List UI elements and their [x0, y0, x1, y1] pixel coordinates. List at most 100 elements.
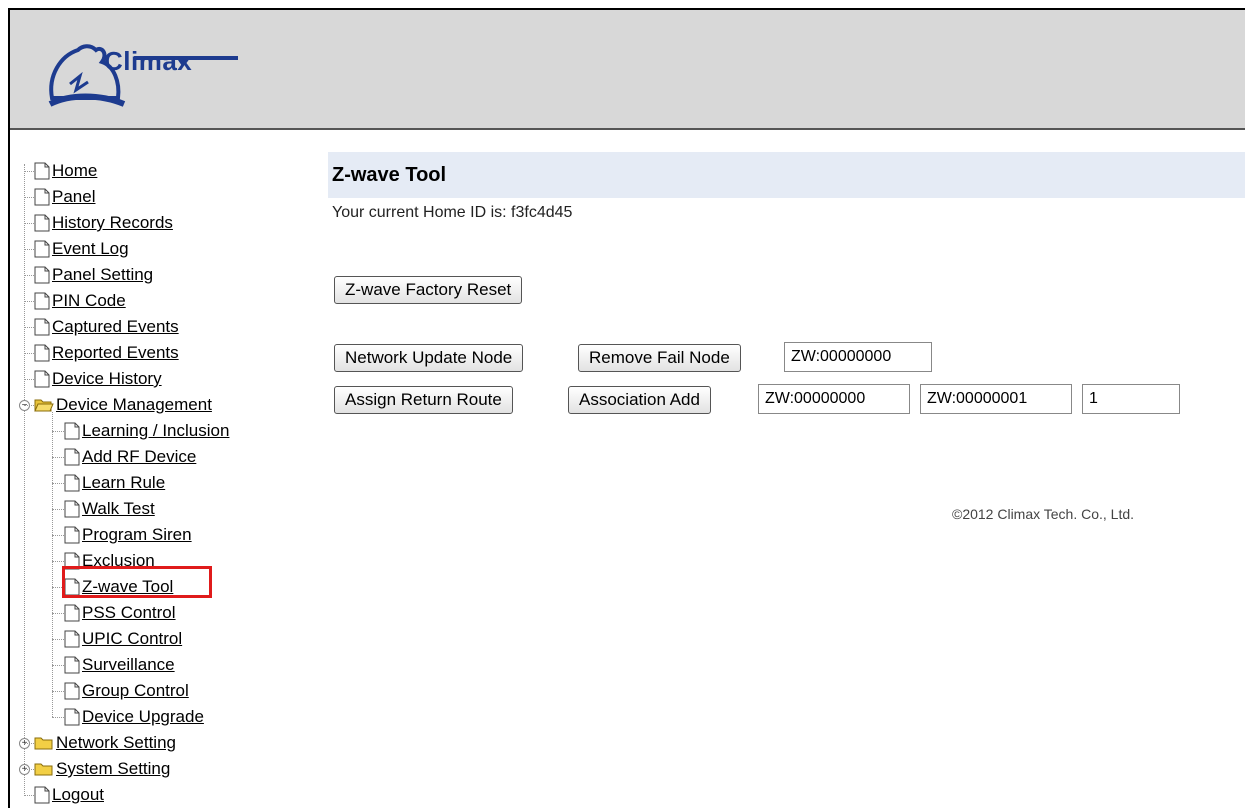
sidebar-item-label[interactable]: Home: [52, 161, 97, 181]
network-update-node-button[interactable]: Network Update Node: [334, 344, 524, 372]
sidebar-item-label[interactable]: Surveillance: [82, 655, 175, 675]
sidebar-item-label[interactable]: Event Log: [52, 239, 129, 259]
sidebar-item-upic-control[interactable]: UPIC Control: [64, 626, 182, 652]
factory-reset-button[interactable]: Z-wave Factory Reset: [334, 276, 523, 304]
sidebar-item-system-setting[interactable]: System Setting: [34, 756, 170, 782]
header-bar: Climax: [10, 10, 1245, 130]
sidebar-item-label[interactable]: PSS Control: [82, 603, 176, 623]
folder-icon: [34, 397, 54, 413]
tree-connector: [24, 301, 34, 302]
tree-connector: [52, 509, 64, 510]
sidebar-item-event-log[interactable]: Event Log: [34, 236, 129, 262]
remove-fail-node-input[interactable]: [784, 342, 932, 372]
page-icon: [34, 786, 50, 804]
page-icon: [34, 292, 50, 310]
tree-connector: [24, 795, 34, 796]
sidebar-item-learn-rule[interactable]: Learn Rule: [64, 470, 165, 496]
sidebar-item-captured-events[interactable]: Captured Events: [34, 314, 179, 340]
tree-connector: [24, 275, 34, 276]
page-icon: [64, 630, 80, 648]
page-icon: [34, 188, 50, 206]
sidebar-item-label[interactable]: Panel Setting: [52, 265, 153, 285]
sidebar-item-label[interactable]: Reported Events: [52, 343, 179, 363]
page-icon: [64, 604, 80, 622]
page-icon: [64, 474, 80, 492]
page-icon: [64, 708, 80, 726]
sidebar-item-label[interactable]: Walk Test: [82, 499, 155, 519]
sidebar-item-label[interactable]: System Setting: [56, 759, 170, 779]
tree-connector: [52, 483, 64, 484]
sidebar-item-label[interactable]: PIN Code: [52, 291, 126, 311]
sidebar-item-label[interactable]: Device History: [52, 369, 162, 389]
sidebar-item-label[interactable]: Logout: [52, 785, 104, 805]
sidebar-item-label[interactable]: Panel: [52, 187, 95, 207]
tree-guide-line: [24, 164, 25, 794]
tree-connector: [52, 665, 64, 666]
tree-connector: [52, 639, 64, 640]
main-content: Z-wave Tool Your current Home ID is: f3f…: [328, 152, 1245, 752]
tree-connector: [24, 197, 34, 198]
sidebar-item-device-upgrade[interactable]: Device Upgrade: [64, 704, 204, 730]
sidebar-item-label[interactable]: Learn Rule: [82, 473, 165, 493]
page-icon: [34, 240, 50, 258]
sidebar-item-walk-test[interactable]: Walk Test: [64, 496, 155, 522]
sidebar-item-learning-inclusion[interactable]: Learning / Inclusion: [64, 418, 229, 444]
sidebar-item-label[interactable]: Group Control: [82, 681, 189, 701]
tree-connector: [24, 249, 34, 250]
sidebar-item-label[interactable]: History Records: [52, 213, 173, 233]
page-icon: [64, 656, 80, 674]
sidebar-item-label[interactable]: Learning / Inclusion: [82, 421, 229, 441]
page-icon: [64, 500, 80, 518]
folder-icon: [34, 761, 54, 777]
tree-connector: [52, 691, 64, 692]
page-frame: Climax Home Panel History Records Event Log…: [8, 8, 1245, 808]
sidebar-item-label[interactable]: Program Siren: [82, 525, 192, 545]
title-bar: Z-wave Tool: [328, 152, 1245, 198]
association-target-input[interactable]: [920, 384, 1072, 414]
sidebar-item-program-siren[interactable]: Program Siren: [64, 522, 192, 548]
page-icon: [64, 682, 80, 700]
tree-connector: [52, 431, 64, 432]
sidebar-item-add-rf-device[interactable]: Add RF Device: [64, 444, 196, 470]
sidebar-item-label[interactable]: UPIC Control: [82, 629, 182, 649]
sidebar-item-panel[interactable]: Panel: [34, 184, 95, 210]
sidebar-item-device-history[interactable]: Device History: [34, 366, 162, 392]
sidebar-item-home[interactable]: Home: [34, 158, 97, 184]
sidebar-item-label[interactable]: Device Management: [56, 395, 212, 415]
page-icon: [64, 448, 80, 466]
home-id-text: Your current Home ID is: f3fc4d45: [332, 204, 573, 221]
sidebar-item-pin-code[interactable]: PIN Code: [34, 288, 126, 314]
sidebar-item-label[interactable]: Network Setting: [56, 733, 176, 753]
remove-fail-node-button[interactable]: Remove Fail Node: [578, 344, 741, 372]
tree-connector: [52, 613, 64, 614]
tree-connector: [52, 457, 64, 458]
sidebar-item-surveillance[interactable]: Surveillance: [64, 652, 175, 678]
tree-connector: [52, 535, 64, 536]
association-add-button[interactable]: Association Add: [568, 386, 711, 414]
tree-connector: [24, 405, 34, 406]
sidebar-item-group-control[interactable]: Group Control: [64, 678, 189, 704]
sidebar-item-label[interactable]: Device Upgrade: [82, 707, 204, 727]
sidebar-item-label[interactable]: Captured Events: [52, 317, 179, 337]
page-icon: [34, 370, 50, 388]
tree-connector: [24, 353, 34, 354]
sidebar-item-history-records[interactable]: History Records: [34, 210, 173, 236]
sidebar-item-reported-events[interactable]: Reported Events: [34, 340, 179, 366]
tree-connector: [24, 223, 34, 224]
page-icon: [64, 526, 80, 544]
association-source-input[interactable]: [758, 384, 910, 414]
tree-connector: [24, 769, 34, 770]
sidebar-item-pss-control[interactable]: PSS Control: [64, 600, 176, 626]
page-icon: [34, 162, 50, 180]
sidebar-item-device-management[interactable]: Device Management: [34, 392, 212, 418]
tree-connector: [24, 171, 34, 172]
assign-return-route-button[interactable]: Assign Return Route: [334, 386, 513, 414]
association-group-input[interactable]: [1082, 384, 1180, 414]
tree-connector: [52, 717, 64, 718]
page-icon: [34, 214, 50, 232]
sidebar-item-network-setting[interactable]: Network Setting: [34, 730, 176, 756]
sidebar-item-panel-setting[interactable]: Panel Setting: [34, 262, 153, 288]
sidebar-item-logout[interactable]: Logout: [34, 782, 104, 808]
sidebar-item-label[interactable]: Add RF Device: [82, 447, 196, 467]
tree-connector: [24, 379, 34, 380]
